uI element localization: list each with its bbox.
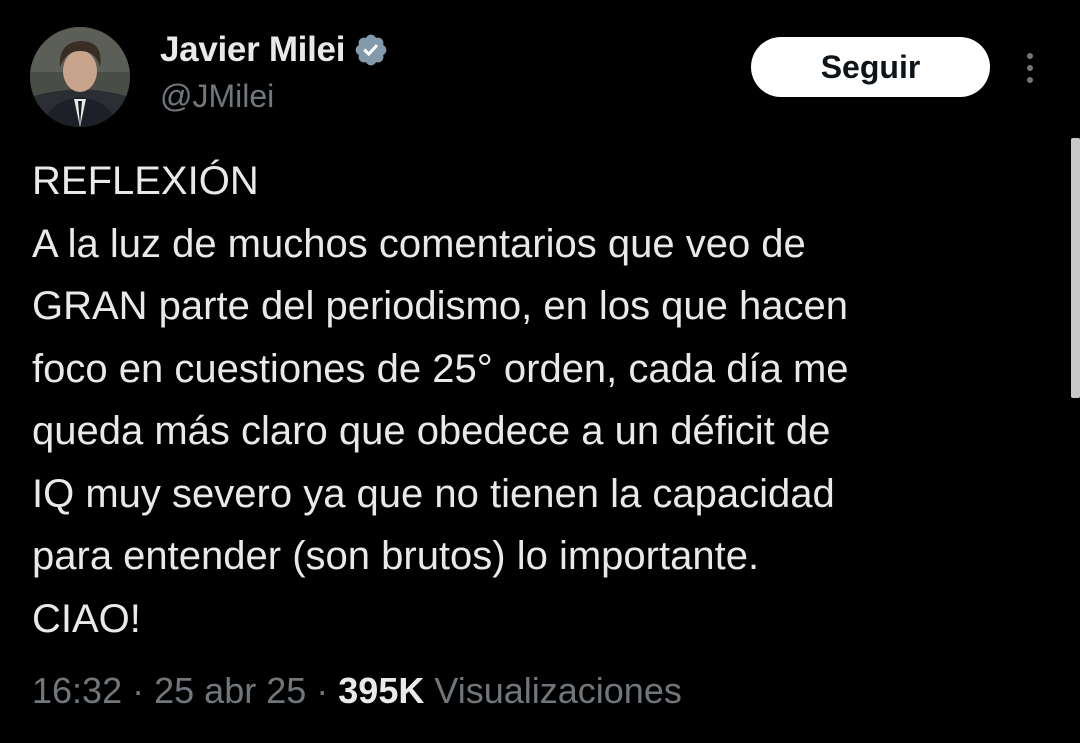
tweet-text-line: CIAO! xyxy=(32,596,141,641)
author-handle[interactable]: @JMilei xyxy=(160,78,274,115)
meta-separator: · xyxy=(316,670,329,711)
author-name-row: Javier Milei xyxy=(160,28,389,72)
tweet-date[interactable]: 25 abr 25 xyxy=(154,670,306,711)
more-options-icon[interactable] xyxy=(1018,48,1042,88)
avatar-image xyxy=(30,27,130,127)
tweet-text-line: REFLEXIÓN xyxy=(32,159,259,203)
tweet-text-line: A la luz de muchos comentarios que veo d… xyxy=(32,221,806,266)
follow-button[interactable]: Seguir xyxy=(751,37,990,97)
tweet-card: Javier Milei @JMilei Seguir REFLEXIÓN A … xyxy=(0,0,1080,743)
tweet-time[interactable]: 16:32 xyxy=(32,670,122,711)
author-display-name[interactable]: Javier Milei xyxy=(160,30,345,70)
views-label: Visualizaciones xyxy=(434,670,682,711)
meta-separator: · xyxy=(132,670,145,711)
tweet-text-line: queda más claro que obedece a un déficit… xyxy=(32,409,831,453)
views-count: 395K xyxy=(338,670,425,711)
tweet-text-line: GRAN parte del periodismo, en los que ha… xyxy=(32,284,849,328)
tweet-text-line: foco en cuestiones de 25° orden, cada dí… xyxy=(32,346,849,391)
tweet-text-line: para entender (son brutos) lo importante… xyxy=(32,534,760,578)
tweet-text: REFLEXIÓN A la luz de muchos comentarios… xyxy=(32,150,1052,650)
verified-badge-icon xyxy=(353,32,389,68)
tweet-meta: 16:32 · 25 abr 25 · 395K Visualizaciones xyxy=(32,670,682,712)
tweet-text-line: IQ muy severo ya que no tienen la capaci… xyxy=(32,471,835,516)
avatar[interactable] xyxy=(30,27,130,127)
scrollbar[interactable] xyxy=(1071,138,1080,398)
